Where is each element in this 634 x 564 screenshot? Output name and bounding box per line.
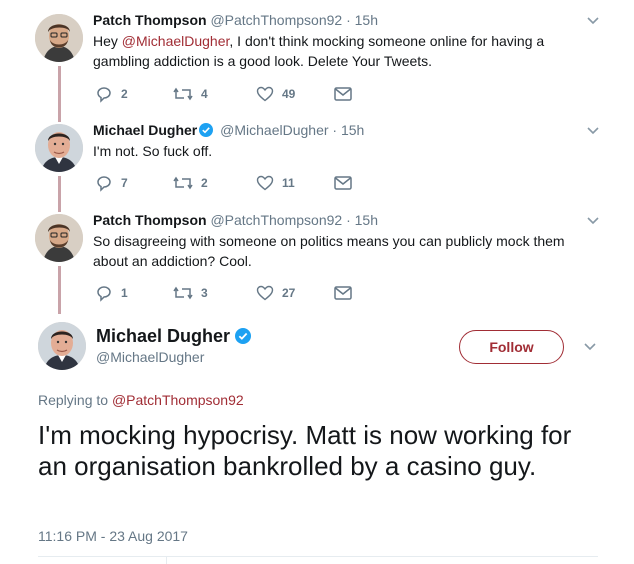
chevron-down-icon[interactable] xyxy=(586,126,600,136)
tweet-header: Patch Thompson @PatchThompson92 · 15h xyxy=(93,11,378,29)
reply-button[interactable]: 2 xyxy=(95,84,128,104)
retweet-count: 2 xyxy=(201,176,208,190)
retweet-button[interactable]: 4 xyxy=(173,84,208,104)
replying-to-link[interactable]: @PatchThompson92 xyxy=(112,392,244,408)
tweet-text: I'm not. So fuck off. xyxy=(93,143,213,159)
main-tweet-text: I'm mocking hypocrisy. Matt is now worki… xyxy=(38,420,572,481)
reply-button[interactable]: 7 xyxy=(95,173,128,193)
author-handle[interactable]: @MichaelDugher xyxy=(220,122,328,138)
author-handle[interactable]: @PatchThompson92 xyxy=(210,212,342,228)
thread-line xyxy=(58,266,61,314)
divider xyxy=(166,556,167,564)
tweet-text: So disagreeing with someone on politics … xyxy=(93,233,565,269)
like-button[interactable]: 49 xyxy=(256,84,295,104)
tweet-actions: 1 3 27 xyxy=(93,283,393,303)
main-author-name[interactable]: Michael Dugher xyxy=(96,325,254,347)
like-button[interactable]: 11 xyxy=(256,173,295,193)
reply-icon xyxy=(97,87,111,103)
follow-button[interactable]: Follow xyxy=(459,330,564,364)
tweet-time[interactable]: 15h xyxy=(355,212,378,228)
tweet-header: Patch Thompson @PatchThompson92 · 15h xyxy=(93,211,378,229)
like-count: 27 xyxy=(282,286,296,300)
tweet-header: Michael Dugher @MichaelDugher · 15h xyxy=(93,121,364,139)
author-handle[interactable]: @PatchThompson92 xyxy=(210,12,342,28)
main-author-handle[interactable]: @MichaelDugher xyxy=(96,348,204,366)
verified-badge-icon xyxy=(199,123,214,137)
reply-count: 1 xyxy=(121,286,128,300)
divider xyxy=(38,556,598,557)
retweet-button[interactable]: 2 xyxy=(173,173,208,193)
author-name[interactable]: Michael Dugher xyxy=(93,122,197,138)
main-tweet-timestamp[interactable]: 11:16 PM - 23 Aug 2017 xyxy=(38,527,188,545)
reply-icon xyxy=(97,176,111,192)
like-icon xyxy=(256,86,274,102)
retweet-icon xyxy=(173,176,193,190)
tweet-time[interactable]: 15h xyxy=(341,122,364,138)
mention-link[interactable]: @MichaelDugher xyxy=(122,33,230,49)
message-button[interactable] xyxy=(334,173,352,193)
chevron-down-icon[interactable] xyxy=(586,16,600,26)
author-name[interactable]: Patch Thompson xyxy=(93,212,207,228)
retweet-count: 4 xyxy=(201,87,208,101)
like-icon xyxy=(256,285,274,301)
message-icon xyxy=(334,176,352,190)
chevron-down-icon[interactable] xyxy=(586,216,600,226)
retweet-icon xyxy=(173,87,193,101)
tweet-text: Hey @MichaelDugher, I don't think mockin… xyxy=(93,31,593,71)
avatar[interactable] xyxy=(35,124,83,172)
avatar[interactable] xyxy=(35,214,83,262)
reply-icon xyxy=(97,286,111,302)
avatar[interactable] xyxy=(38,322,86,370)
message-icon xyxy=(334,87,352,101)
retweet-count: 3 xyxy=(201,286,208,300)
tweet-actions: 2 4 49 xyxy=(93,84,393,104)
tweet-time[interactable]: 15h xyxy=(355,12,378,28)
chevron-down-icon[interactable] xyxy=(583,342,597,352)
message-icon xyxy=(334,286,352,300)
thread-line xyxy=(58,66,61,122)
thread-line xyxy=(58,176,61,212)
reply-count: 2 xyxy=(121,87,128,101)
author-name[interactable]: Patch Thompson xyxy=(93,12,207,28)
separator: · xyxy=(332,122,338,138)
message-button[interactable] xyxy=(334,84,352,104)
tweet-text-part: Hey xyxy=(93,33,122,49)
reply-count: 7 xyxy=(121,176,128,190)
like-count: 49 xyxy=(282,87,296,101)
like-count: 11 xyxy=(282,176,295,190)
like-button[interactable]: 27 xyxy=(256,283,295,303)
message-button[interactable] xyxy=(334,283,352,303)
author-name[interactable]: Michael Dugher xyxy=(96,326,230,346)
separator: · xyxy=(346,12,351,28)
like-icon xyxy=(256,175,274,191)
retweet-icon xyxy=(173,286,193,300)
reply-button[interactable]: 1 xyxy=(95,283,128,303)
separator: · xyxy=(346,212,351,228)
avatar[interactable] xyxy=(35,14,83,62)
replying-to: Replying to @PatchThompson92 xyxy=(38,391,244,409)
verified-badge-icon xyxy=(235,328,252,344)
retweet-button[interactable]: 3 xyxy=(173,283,208,303)
replying-to-label: Replying to xyxy=(38,392,112,408)
tweet-actions: 7 2 11 xyxy=(93,173,393,193)
